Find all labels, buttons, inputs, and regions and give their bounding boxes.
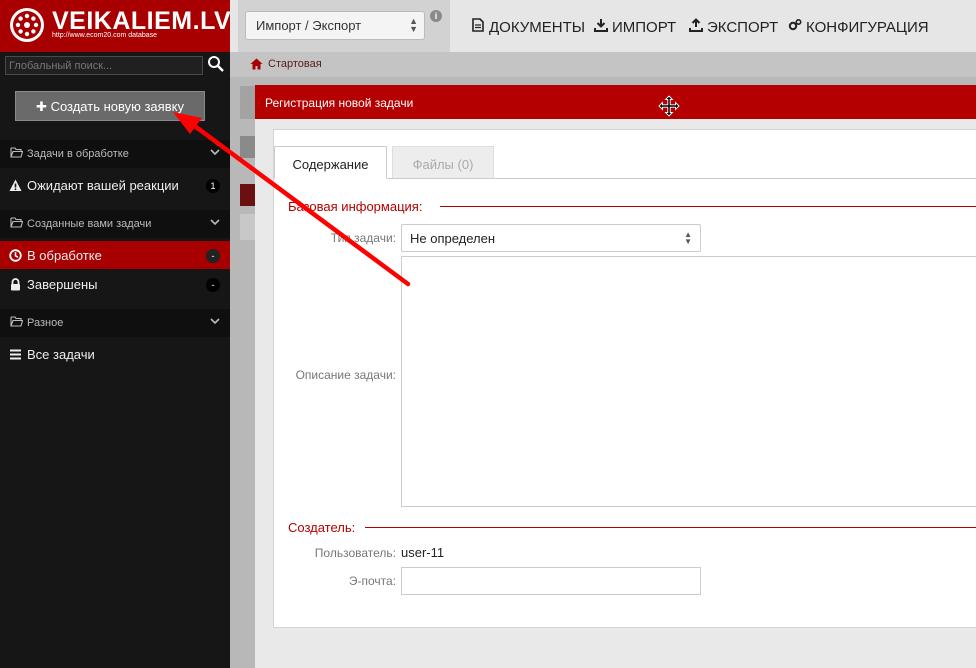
creator-rule [365,527,976,528]
task-type-value: Не определен [410,231,496,246]
basic-info-rule [440,206,976,207]
section-title: Разное [27,317,64,329]
count-badge: - [206,249,220,263]
sidebar-item-completed[interactable]: Завершены - [0,270,230,298]
section-misc[interactable]: Разное [0,309,230,337]
tab-content[interactable]: Содержание [274,146,387,179]
chevron-down-icon [210,318,220,325]
nav-export[interactable]: ЭКСПОРТ [689,18,778,36]
sidebar-item-label: Ожидают вашей реакции [27,178,179,193]
user-label: Пользователь: [314,546,396,560]
logo[interactable]: VEIKALIEM.LV http://www.ecom20.com datab… [0,0,231,52]
logo-subtitle: http://www.ecom20.com database [52,32,158,39]
create-request-label: Создать новую заявку [50,99,184,114]
nav-documents-label: ДОКУМЕНТЫ [489,19,586,36]
folder-open-icon [10,217,23,228]
creator-legend: Создатель: [288,520,356,535]
nav-configuration-label: КОНФИГУРАЦИЯ [806,19,929,36]
background-button-fragment [240,184,255,206]
nav-export-label: ЭКСПОРТ [707,19,779,36]
folder-open-icon [10,147,23,158]
chevron-down-icon [210,219,220,226]
sidebar-item-awaiting[interactable]: Ожидают вашей реакции 1 [0,171,230,199]
sidebar-item-label: В обработке [27,248,102,263]
info-icon[interactable]: i [430,10,442,22]
count-badge: - [206,278,220,292]
section-created-by-you[interactable]: Созданные вами задачи [0,210,230,238]
description-label: Описание задачи: [295,368,396,382]
warning-icon [9,179,22,191]
count-badge: 1 [206,179,220,193]
tab-files[interactable]: Файлы (0) [392,146,494,179]
sidebar-item-label: Все задачи [27,347,95,362]
search-icon[interactable] [207,55,225,73]
select-arrows-icon: ▲ ▼ [684,230,692,246]
dialog-header[interactable]: Регистрация новой задачи [255,85,976,119]
module-select[interactable]: Импорт / Экспорт ▲ ▼ [245,11,425,40]
logo-mark-icon [10,8,44,42]
global-search-input[interactable]: Глобальный поиск... [5,56,203,75]
select-arrows-icon: ▲ ▼ [409,16,418,34]
lock-icon [11,278,20,291]
section-title: Созданные вами задачи [27,218,152,230]
basic-info-legend: Базовая информация: [288,199,423,214]
section-tasks-in-progress[interactable]: Задачи в обработке [0,140,230,168]
top-bar: VEIKALIEM.LV http://www.ecom20.com datab… [0,0,976,52]
upload-icon [689,18,703,32]
download-icon [594,19,608,32]
create-request-button[interactable]: ✚ Создать новую заявку [15,91,205,121]
dialog-content-panel: Содержание Файлы (0) Базовая информация:… [273,129,976,628]
background-field-fragment [240,214,255,240]
chevron-down-icon [210,149,220,156]
move-cursor-icon [658,95,680,117]
new-task-dialog: Регистрация новой задачи Содержание Файл… [255,85,976,668]
nav-documents[interactable]: ДОКУМЕНТЫ [471,18,585,36]
nav-import-label: ИМПОРТ [612,19,677,36]
email-field[interactable] [401,567,701,595]
nav-import[interactable]: ИМПОРТ [594,18,676,36]
email-label: Э-почта: [348,574,396,588]
sidebar-item-all-tasks[interactable]: Все задачи [0,340,230,368]
sidebar-item-in-progress[interactable]: В обработке - [0,241,230,269]
document-icon [472,18,484,32]
plus-icon: ✚ [36,99,47,114]
sidebar-item-label: Завершены [27,277,98,292]
home-icon[interactable] [250,58,263,70]
breadcrumb-home[interactable]: Стартовая [268,58,322,70]
section-title: Задачи в обработке [27,148,129,160]
dialog-title: Регистрация новой задачи [265,96,414,110]
task-type-label: Тип задачи: [330,231,396,245]
module-select-value: Импорт / Экспорт [256,18,362,33]
task-type-select[interactable]: Не определен ▲ ▼ [401,224,701,252]
clock-icon [9,249,22,262]
user-value: user-11 [401,545,445,560]
gears-icon [788,18,802,31]
folder-open-icon [10,316,23,327]
background-title-fragment [240,136,255,158]
description-textarea[interactable] [401,256,976,507]
background-tab-fragment [240,86,255,119]
nav-configuration[interactable]: КОНФИГУРАЦИЯ [788,18,929,36]
breadcrumb: Стартовая [230,52,976,77]
list-icon [10,349,21,360]
sidebar: Глобальный поиск... ✚ Создать новую заяв… [0,52,230,668]
